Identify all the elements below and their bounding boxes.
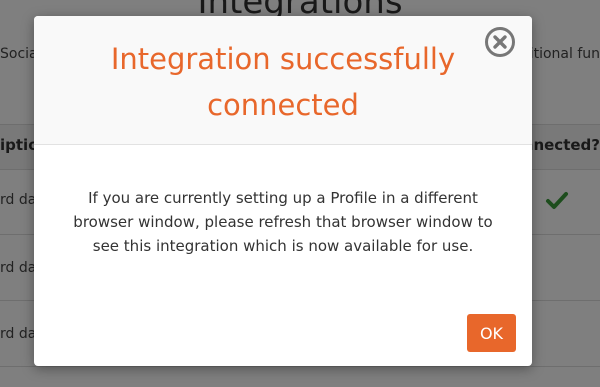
dialog-header: Integration successfully connected <box>34 16 532 145</box>
close-icon[interactable] <box>484 26 516 58</box>
ok-button[interactable]: OK <box>467 314 516 352</box>
dialog-message: If you are currently setting up a Profil… <box>73 189 493 255</box>
dialog-title: Integration successfully connected <box>110 42 456 122</box>
success-dialog: Integration successfully connected If yo… <box>34 16 532 366</box>
dialog-body: If you are currently setting up a Profil… <box>34 186 532 258</box>
